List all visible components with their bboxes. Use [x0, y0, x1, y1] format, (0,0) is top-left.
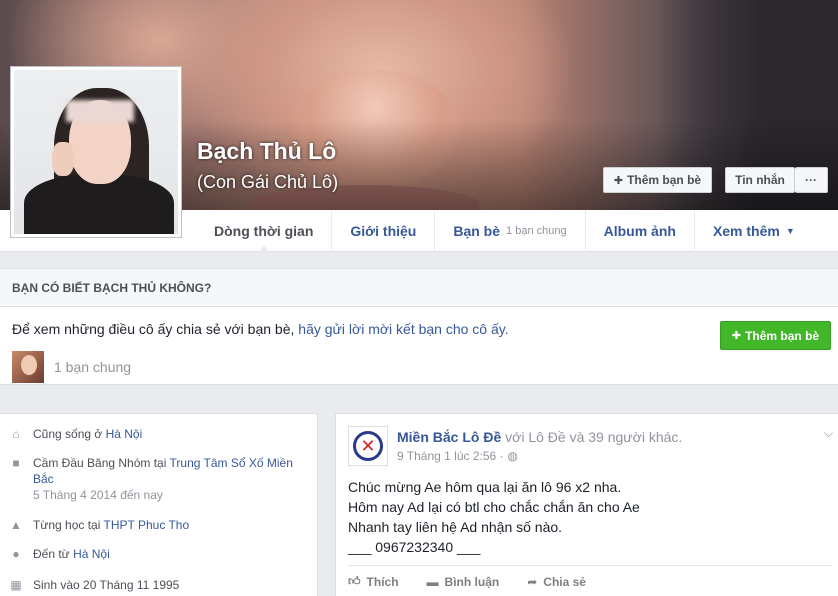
intro-lives-in-link[interactable]: Hà Nội [106, 427, 143, 441]
location-pin-icon: ● [12, 547, 20, 561]
intro-education-prefix: Từng học tại [33, 518, 104, 532]
tab-photos-label: Album ảnh [603, 223, 676, 239]
share-label: Chia sẻ [543, 574, 586, 589]
post-line: Hôm nay Ad lại có btl cho chắc chắn ăn c… [348, 499, 640, 515]
lottery-logo-icon: ✕ [353, 431, 383, 461]
add-friend-label: Thêm bạn bè [627, 173, 702, 187]
tab-about[interactable]: Giới thiệu [332, 210, 436, 252]
intro-hometown-prefix: Đến từ [33, 547, 74, 561]
post-line: Nhanh tay liên hệ Ad nhận số nào. [348, 519, 563, 535]
add-friend-icon: ✚ [613, 174, 624, 187]
do-you-know-heading: BẠN CÓ BIẾT BẠCH THỦ KHÔNG? [0, 269, 838, 307]
profile-nav: Dòng thời gian Giới thiệu Bạn bè 1 bạn c… [196, 210, 838, 253]
share-button[interactable]: ➦ Chia sẻ [527, 574, 586, 589]
comment-label: Bình luận [444, 574, 500, 589]
intro-hometown: ● Đến từ Hà Nội [9, 546, 110, 562]
post-actions: 👍︎ Thích ▬ Bình luận ➦ Chia sẻ [348, 565, 832, 589]
intro-education: ▲ Từng học tại THPT Phuc Tho [9, 517, 189, 533]
post-header: Miền Bắc Lô Đề với Lô Đề và 39 người khá… [397, 429, 682, 445]
tab-timeline[interactable]: Dòng thời gian [196, 210, 333, 253]
tab-about-label: Giới thiệu [350, 223, 417, 239]
intro-lives-in-prefix: Cũng sống ở [33, 427, 106, 441]
message-button[interactable]: Tin nhắn [725, 167, 795, 193]
post-author-avatar[interactable]: ✕ [348, 426, 388, 466]
comment-button[interactable]: ▬ Bình luận [427, 574, 500, 589]
intro-lives-in: ⌂ Cũng sống ở Hà Nội [9, 426, 142, 442]
post-line: ___ 0967232340 ___ [348, 539, 481, 555]
add-friend-button[interactable]: ✚ Thêm bạn bè [603, 167, 712, 193]
mutual-friend-avatar[interactable] [12, 351, 44, 383]
post-options-chevron-icon[interactable]: ⌵ [824, 426, 833, 441]
add-friend-icon: ✚ [731, 330, 742, 342]
intro-work: ■ Cầm Đầu Băng Nhóm tại Trung Tâm Sổ Xố … [9, 455, 309, 503]
calendar-icon: ▦ [10, 578, 22, 592]
tab-friends-mutual-count: 1 bạn chung [506, 225, 567, 237]
tab-friends[interactable]: Bạn bè 1 bạn chung [435, 210, 586, 252]
do-you-know-card: BẠN CÓ BIẾT BẠCH THỦ KHÔNG? Để xem những… [0, 268, 838, 385]
profile-name[interactable]: Bạch Thủ Lô [197, 138, 336, 165]
graduation-cap-icon: ▲ [10, 518, 22, 532]
do-you-know-text: Để xem những điều cô ấy chia sẻ với bạn … [12, 321, 509, 337]
intro-work-prefix: Cầm Đầu Băng Nhóm tại [33, 456, 170, 470]
add-friend-green-label: Thêm bạn bè [745, 328, 820, 343]
intro-birthday: ▦ Sinh vào 20 Tháng 11 1995 [9, 577, 179, 593]
like-button[interactable]: 👍︎ Thích [348, 574, 399, 589]
more-icon: ··· [805, 173, 817, 187]
chevron-down-icon: ▼ [785, 226, 795, 236]
share-arrow-icon: ➦ [527, 574, 538, 589]
more-options-button[interactable]: ··· [795, 167, 828, 193]
intro-hometown-link[interactable]: Hà Nội [73, 547, 110, 561]
mutual-friends[interactable]: 1 bạn chung [12, 351, 131, 383]
add-friend-green-button[interactable]: ✚ Thêm bạn bè [720, 321, 831, 350]
profile-alternate-name: (Con Gái Chủ Lô) [197, 172, 339, 192]
briefcase-icon: ■ [12, 456, 20, 470]
post-line: Chúc mừng Ae hôm qua lại ăn lô 96 x2 nha… [348, 479, 622, 495]
send-request-link[interactable]: hãy gửi lời mời kết bạn cho cô ấy. [298, 321, 508, 337]
tab-photos[interactable]: Album ảnh [586, 210, 695, 252]
tab-timeline-label: Dòng thời gian [214, 223, 314, 239]
home-icon: ⌂ [12, 427, 20, 441]
thumbs-up-icon: 👍︎ [348, 574, 361, 588]
post-tagged-text[interactable]: với Lô Đề và 39 người khác. [501, 429, 682, 445]
post-timestamp[interactable]: 9 Tháng 1 lúc 2:56 · ◍ [397, 449, 518, 463]
globe-icon: ◍ [507, 449, 519, 463]
tab-more-label: Xem thêm [712, 223, 780, 239]
intro-work-dates: 5 Tháng 4 2014 đến nay [33, 488, 163, 502]
comment-icon: ▬ [426, 574, 439, 589]
mutual-friends-label: 1 bạn chung [54, 359, 132, 375]
like-label: Thích [366, 574, 399, 589]
intro-education-link[interactable]: THPT Phuc Tho [104, 518, 190, 532]
tab-more[interactable]: Xem thêm ▼ [695, 210, 813, 252]
profile-picture[interactable] [10, 66, 182, 238]
intro-card: ⌂ Cũng sống ở Hà Nội ■ Cầm Đầu Băng Nhóm… [0, 413, 318, 596]
post-body: Chúc mừng Ae hôm qua lại ăn lô 96 x2 nha… [348, 477, 640, 557]
profile-page: Bạch Thủ Lô (Con Gái Chủ Lô) ✚ Thêm bạn … [0, 0, 838, 596]
post-timestamp-text: 9 Tháng 1 lúc 2:56 · [397, 449, 504, 463]
tab-friends-label: Bạn bè [453, 223, 501, 239]
do-you-know-text-prefix: Để xem những điều cô ấy chia sẻ với bạn … [12, 321, 299, 337]
message-label: Tin nhắn [735, 173, 785, 187]
post-author-link[interactable]: Miền Bắc Lô Đề [397, 429, 501, 445]
intro-birthday-text: Sinh vào 20 Tháng 11 1995 [33, 578, 180, 592]
post-card: ✕ Miền Bắc Lô Đề với Lô Đề và 39 người k… [335, 413, 838, 596]
